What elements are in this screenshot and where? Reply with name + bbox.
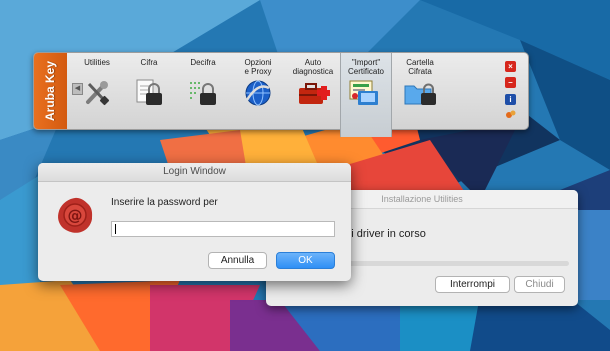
certificate-import-icon [349, 80, 378, 105]
brand-label: Aruba Key [43, 60, 57, 122]
aruba-logo-icon[interactable] [506, 109, 516, 119]
ok-button[interactable]: OK [276, 252, 335, 269]
login-window-title: Login Window [38, 163, 351, 182]
folder-padlock-icon [404, 83, 436, 105]
globe-network-icon [245, 80, 271, 106]
toolbar-button-import-certificato[interactable]: "Import" Certificato [340, 53, 392, 137]
decrypt-binary-padlock-icon [190, 82, 216, 105]
toolbar-button-cifra[interactable]: Cifra [126, 53, 172, 129]
install-progress-bar [339, 261, 569, 266]
toolbar-button-opzioni-proxy[interactable]: Opzioni e Proxy [236, 53, 280, 129]
brand-tab[interactable]: Aruba Key [34, 53, 67, 129]
chiudi-button[interactable]: Chiudi [514, 276, 565, 293]
aruba-key-toolbar: Aruba Key ◀ Utilities Cifra Decifra Opzi… [33, 52, 529, 137]
wax-seal-at-icon: @ [58, 197, 93, 233]
login-window: Login Window @ Inserire la password per … [38, 163, 351, 281]
toolbar-label-cartella-cifrata: Cartella Cifrata [406, 58, 434, 76]
toolbar-label-opzioni-proxy: Opzioni e Proxy [244, 58, 272, 76]
encrypt-file-padlock-icon [136, 79, 162, 105]
toolbox-plus-icon [299, 83, 330, 104]
toolbar-label-import-certificato: "Import" Certificato [347, 58, 384, 76]
text-caret [115, 224, 116, 234]
toolbar-label-utilities: Utilities [84, 58, 110, 67]
minimize-icon[interactable]: – [505, 77, 516, 88]
info-icon[interactable]: i [505, 94, 516, 105]
close-icon[interactable]: × [505, 61, 516, 72]
toolbar-label-decifra: Decifra [190, 58, 216, 67]
password-prompt: Inserire la password per [111, 197, 218, 208]
toolbar-button-cartella-cifrata[interactable]: Cartella Cifrata [394, 53, 446, 129]
interrompi-button[interactable]: Interrompi [435, 276, 510, 293]
toolbar-label-autodiagnostica: Auto diagnostica [292, 58, 334, 76]
toolbar-button-decifra[interactable]: Decifra [180, 53, 226, 129]
password-input[interactable] [111, 221, 335, 237]
annulla-button[interactable]: Annulla [208, 252, 267, 269]
svg-text:@: @ [68, 207, 83, 225]
wrench-screwdriver-icon [86, 81, 110, 106]
toolbar-label-cifra: Cifra [140, 58, 158, 67]
toolbar-button-utilities[interactable]: Utilities [78, 53, 116, 129]
toolbar-button-autodiagnostica[interactable]: Auto diagnostica [288, 53, 338, 129]
install-status-text: dei driver in corso [339, 228, 426, 240]
